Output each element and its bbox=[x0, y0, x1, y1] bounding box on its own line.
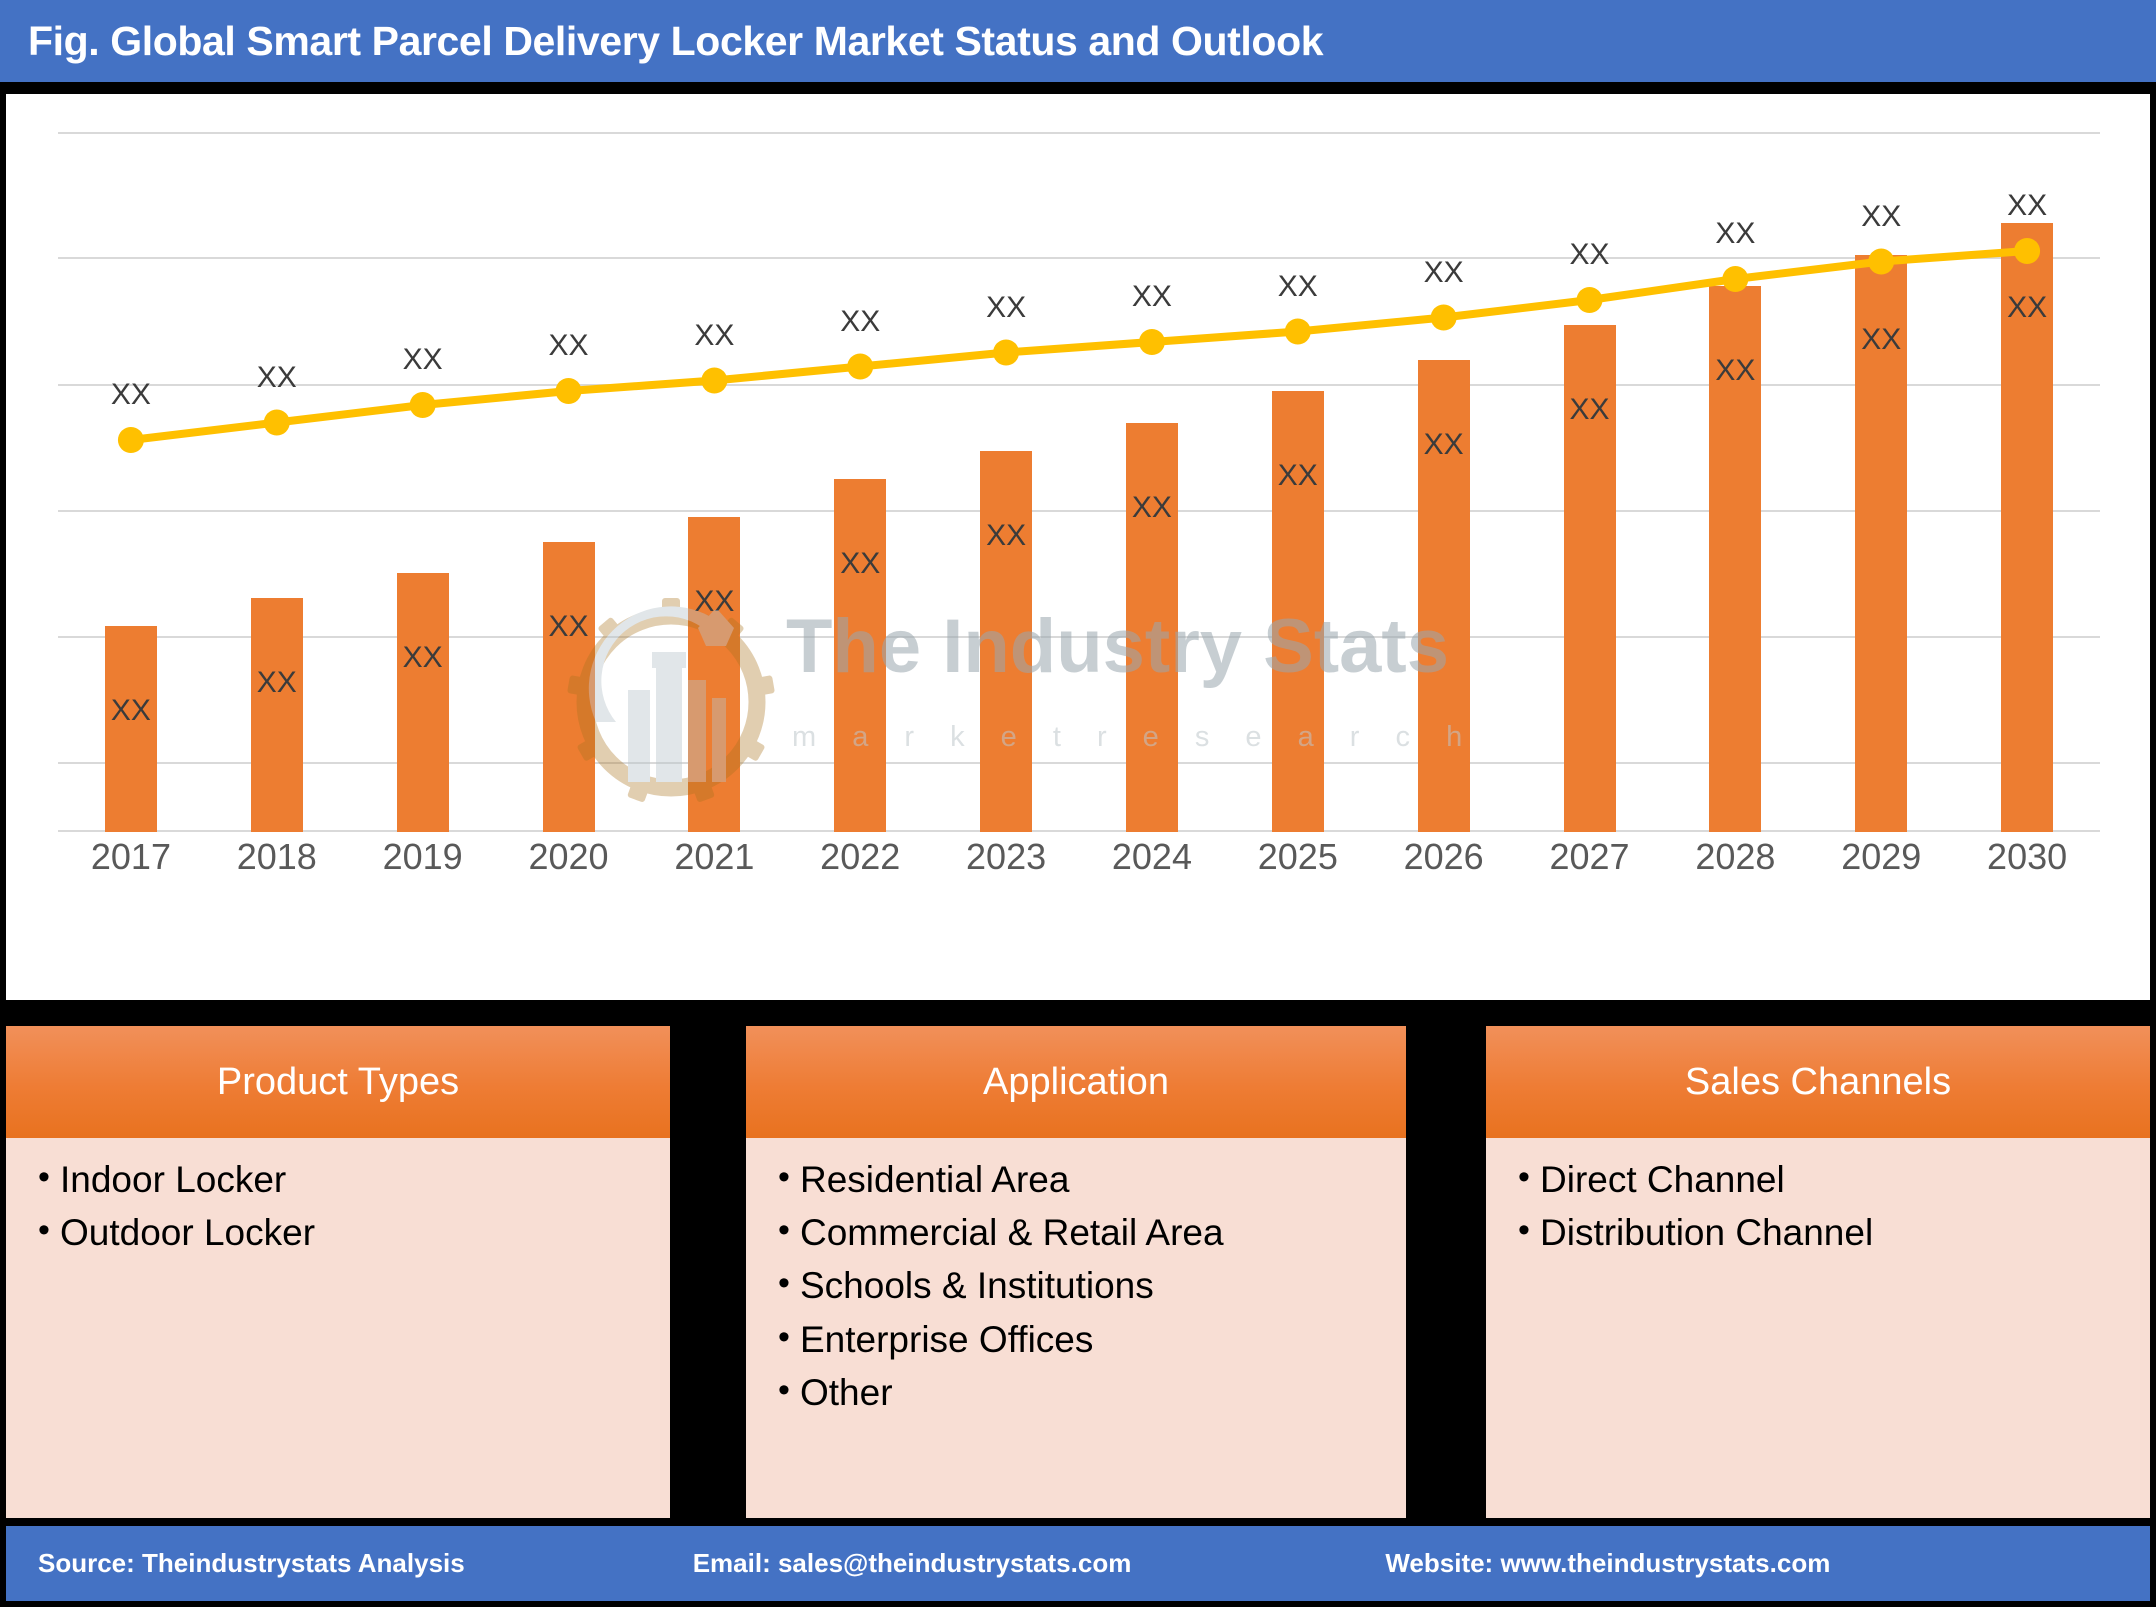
x-axis-tick: 2023 bbox=[966, 836, 1047, 877]
panel-application: Application Residential Area Commercial &… bbox=[746, 1026, 1406, 1518]
list-item: Direct Channel bbox=[1518, 1159, 2144, 1199]
x-axis-tick: 2025 bbox=[1257, 836, 1338, 877]
list-item: Indoor Locker bbox=[38, 1159, 664, 1199]
line-marker[interactable] bbox=[555, 378, 582, 404]
line-marker[interactable] bbox=[263, 409, 290, 436]
line-marker[interactable] bbox=[1284, 318, 1311, 345]
chart-panel: The Industry Stats m a r k e t r e s e a… bbox=[6, 94, 2150, 1000]
x-axis-tick: 2024 bbox=[1111, 836, 1192, 877]
figure-header: Fig. Global Smart Parcel Delivery Locker… bbox=[0, 0, 2156, 88]
line-marker[interactable] bbox=[2014, 238, 2041, 264]
figure-page: Fig. Global Smart Parcel Delivery Locker… bbox=[0, 0, 2156, 1607]
line-marker[interactable] bbox=[993, 339, 1020, 366]
panel-body-sales-channels: Direct Channel Distribution Channel bbox=[1486, 1138, 2150, 1276]
line-marker[interactable] bbox=[1868, 248, 1895, 275]
panel-header-product-types: Product Types bbox=[6, 1026, 670, 1138]
line-marker[interactable] bbox=[1722, 266, 1749, 292]
x-axis-tick: 2017 bbox=[90, 836, 171, 877]
list-item: Outdoor Locker bbox=[38, 1212, 664, 1252]
line-marker[interactable] bbox=[701, 367, 728, 394]
panel-list-application: Residential Area Commercial & Retail Area… bbox=[760, 1159, 1400, 1412]
list-item: Residential Area bbox=[778, 1159, 1400, 1199]
panel-body-product-types: Indoor Locker Outdoor Locker bbox=[6, 1138, 670, 1276]
footer-source: Source: Theindustrystats Analysis bbox=[38, 1548, 465, 1578]
line-marker[interactable] bbox=[1576, 287, 1603, 313]
line-marker[interactable] bbox=[1430, 304, 1457, 331]
x-axis-tick: 2030 bbox=[1987, 836, 2068, 877]
line-marker[interactable] bbox=[117, 427, 144, 453]
panel-title: Application bbox=[983, 1060, 1169, 1103]
list-item: Commercial & Retail Area bbox=[778, 1212, 1400, 1252]
list-item: Schools & Institutions bbox=[778, 1265, 1400, 1305]
x-axis-tick: 2029 bbox=[1841, 836, 1922, 877]
line-marker[interactable] bbox=[409, 392, 436, 418]
figure-footer: Source: Theindustrystats Analysis Email:… bbox=[6, 1526, 2150, 1601]
page-title: Fig. Global Smart Parcel Delivery Locker… bbox=[28, 17, 1324, 64]
panel-body-application: Residential Area Commercial & Retail Area… bbox=[746, 1138, 1406, 1436]
x-axis: 2017 2018 2019 2020 2021 2022 2023 2024 2025 2026… bbox=[58, 836, 2100, 878]
x-axis-tick: 2019 bbox=[382, 836, 463, 877]
line-marker[interactable] bbox=[1138, 329, 1165, 355]
x-axis-tick: 2022 bbox=[820, 836, 901, 877]
x-axis-tick: 2026 bbox=[1403, 836, 1484, 877]
x-axis-tick: 2020 bbox=[528, 836, 609, 877]
x-axis-tick: 2028 bbox=[1695, 836, 1776, 877]
x-axis-tick: 2018 bbox=[236, 836, 317, 877]
panel-list-sales-channels: Direct Channel Distribution Channel bbox=[1500, 1159, 2144, 1252]
x-axis-tick: 2021 bbox=[674, 836, 755, 877]
panel-sales-channels: Sales Channels Direct Channel Distributio… bbox=[1486, 1026, 2150, 1518]
panel-title: Sales Channels bbox=[1684, 1060, 1952, 1103]
list-item: Enterprise Offices bbox=[778, 1319, 1400, 1359]
line-marker[interactable] bbox=[847, 353, 874, 380]
panel-header-application: Application bbox=[746, 1026, 1406, 1138]
footer-email[interactable]: Email: sales@theindustrystats.com bbox=[693, 1548, 1132, 1579]
line-series bbox=[117, 238, 2041, 453]
list-item: Distribution Channel bbox=[1518, 1212, 2144, 1252]
list-item: Other bbox=[778, 1372, 1400, 1412]
x-axis-tick: 2027 bbox=[1549, 836, 1630, 877]
plot-area: XX XX XX XX XX XX XX XX XX XX XX XX XX XX XX XX XX XX XX XX… bbox=[58, 132, 2100, 832]
panel-list-product-types: Indoor Locker Outdoor Locker bbox=[20, 1159, 664, 1252]
panel-header-sales-channels: Sales Channels bbox=[1486, 1026, 2150, 1138]
panel-title: Product Types bbox=[216, 1060, 460, 1103]
panel-product-types: Product Types Indoor Locker Outdoor Locke… bbox=[6, 1026, 670, 1518]
footer-website[interactable]: Website: www.theindustrystats.com bbox=[1385, 1548, 1830, 1579]
